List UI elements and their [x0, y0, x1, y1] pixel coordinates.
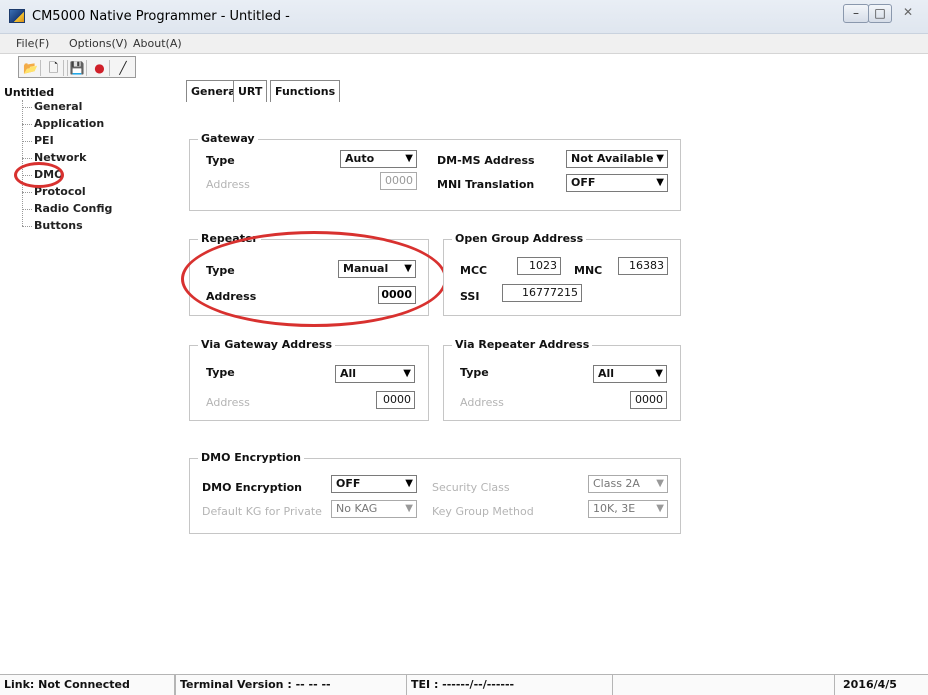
via-gateway-address-group: Via Gateway Address Type All ▼ Address 00… [189, 338, 429, 421]
dmms-address-label: DM-MS Address [437, 154, 535, 167]
via-repeater-type-label: Type [460, 366, 489, 379]
dmms-address-select[interactable]: Not Available ▼ [566, 150, 668, 168]
open-group-address-group: Open Group Address MCC 1023 MNC 16383 SS… [443, 232, 681, 316]
tab-urt[interactable]: URT [233, 80, 268, 102]
chevron-down-icon: ▼ [405, 153, 413, 164]
chevron-down-icon: ▼ [656, 177, 664, 188]
via-gateway-type-label: Type [206, 366, 235, 379]
via-repeater-address-title: Via Repeater Address [452, 338, 593, 351]
line-icon[interactable]: ╱ [113, 60, 133, 76]
mcc-field[interactable]: 1023 [517, 257, 561, 275]
gateway-address-label: Address [206, 178, 250, 191]
menu-bar: File(F) Options(V) About(A) [0, 34, 928, 54]
tree-item-general[interactable]: General [34, 100, 82, 113]
new-document-icon[interactable]: 🗋 [44, 60, 64, 76]
mnc-field[interactable]: 16383 [618, 257, 668, 275]
via-gateway-type-value: All [340, 367, 357, 380]
window-title: CM5000 Native Programmer - Untitled - [32, 9, 290, 24]
via-gateway-address-title: Via Gateway Address [198, 338, 336, 351]
record-icon[interactable]: ● [90, 60, 110, 76]
status-empty [613, 675, 835, 695]
dmo-encryption-value: OFF [336, 477, 361, 490]
title-bar: CM5000 Native Programmer - Untitled - – … [0, 0, 928, 34]
status-terminal-version: Terminal Version : -- -- -- [175, 675, 407, 695]
minimize-button[interactable]: – [843, 4, 869, 23]
close-button[interactable]: ✕ [894, 4, 922, 23]
mnc-label: MNC [574, 264, 603, 277]
chevron-down-icon: ▼ [405, 503, 413, 514]
gateway-group: Gateway Type Auto ▼ Address 0000 DM-MS Ad… [189, 132, 681, 211]
dmo-encryption-group: DMO Encryption DMO Encryption OFF ▼ Secur… [189, 451, 681, 534]
gateway-type-select[interactable]: Auto ▼ [340, 150, 417, 168]
via-repeater-address-field[interactable]: 0000 [630, 391, 667, 409]
open-folder-icon[interactable]: 📂 [21, 60, 41, 76]
gateway-type-value: Auto [345, 152, 375, 165]
via-repeater-address-group: Via Repeater Address Type All ▼ Address 0… [443, 338, 681, 421]
gateway-type-label: Type [206, 154, 235, 167]
tab-functions[interactable]: Functions [270, 80, 341, 102]
annotation-circle-dmo [14, 162, 64, 188]
app-icon [9, 9, 25, 23]
via-repeater-type-select[interactable]: All ▼ [593, 365, 667, 383]
status-bar: Link: Not Connected Terminal Version : -… [0, 674, 928, 695]
mni-translation-label: MNI Translation [437, 178, 535, 191]
save-icon[interactable]: 💾 [67, 60, 87, 76]
chevron-down-icon: ▼ [405, 478, 413, 489]
default-kg-select[interactable]: No KAG ▼ [331, 500, 417, 518]
maximize-button[interactable]: □ [868, 4, 892, 23]
default-kg-label: Default KG for Private [202, 505, 322, 518]
tree-connector [22, 100, 23, 226]
menu-about[interactable]: About(A) [133, 37, 182, 50]
menu-options[interactable]: Options(V) [69, 37, 128, 50]
toolbar: 📂 🗋 💾 ● ╱ [18, 56, 136, 78]
tree-root[interactable]: Untitled [4, 86, 54, 99]
mni-translation-select[interactable]: OFF ▼ [566, 174, 668, 192]
key-group-method-value: 10K, 3E [593, 502, 636, 515]
default-kg-value: No KAG [336, 502, 378, 515]
menu-file[interactable]: File(F) [16, 37, 49, 50]
tree-item-radio-config[interactable]: Radio Config [34, 202, 112, 215]
dmo-encryption-title: DMO Encryption [198, 451, 305, 464]
ssi-field[interactable]: 16777215 [502, 284, 582, 302]
status-tei: TEI : ------/--/------ [407, 675, 613, 695]
status-link: Link: Not Connected [0, 675, 175, 695]
via-gateway-address-label: Address [206, 396, 250, 409]
chevron-down-icon: ▼ [656, 503, 664, 514]
dmo-encryption-select[interactable]: OFF ▼ [331, 475, 417, 493]
tree-item-application[interactable]: Application [34, 117, 104, 130]
security-class-label: Security Class [432, 481, 510, 494]
mcc-label: MCC [460, 264, 488, 277]
dmo-encryption-label: DMO Encryption [202, 481, 303, 494]
gateway-address-field[interactable]: 0000 [380, 172, 417, 190]
security-class-select[interactable]: Class 2A ▼ [588, 475, 668, 493]
via-repeater-type-value: All [598, 367, 615, 380]
open-group-address-title: Open Group Address [452, 232, 587, 245]
status-date: 2016/4/5 [843, 678, 897, 691]
gateway-group-title: Gateway [198, 132, 258, 145]
ssi-label: SSI [460, 290, 480, 303]
chevron-down-icon: ▼ [656, 153, 664, 164]
tree-item-buttons[interactable]: Buttons [34, 219, 83, 232]
key-group-method-select[interactable]: 10K, 3E ▼ [588, 500, 668, 518]
via-repeater-address-label: Address [460, 396, 504, 409]
chevron-down-icon: ▼ [655, 368, 663, 379]
key-group-method-label: Key Group Method [432, 505, 534, 518]
chevron-down-icon: ▼ [403, 368, 411, 379]
chevron-down-icon: ▼ [656, 478, 664, 489]
tree-item-pei[interactable]: PEI [34, 134, 54, 147]
security-class-value: Class 2A [593, 477, 640, 490]
dmms-address-value: Not Available [571, 152, 654, 165]
annotation-circle-repeater [181, 231, 447, 327]
via-gateway-type-select[interactable]: All ▼ [335, 365, 415, 383]
mni-translation-value: OFF [571, 176, 596, 189]
via-gateway-address-field[interactable]: 0000 [376, 391, 415, 409]
